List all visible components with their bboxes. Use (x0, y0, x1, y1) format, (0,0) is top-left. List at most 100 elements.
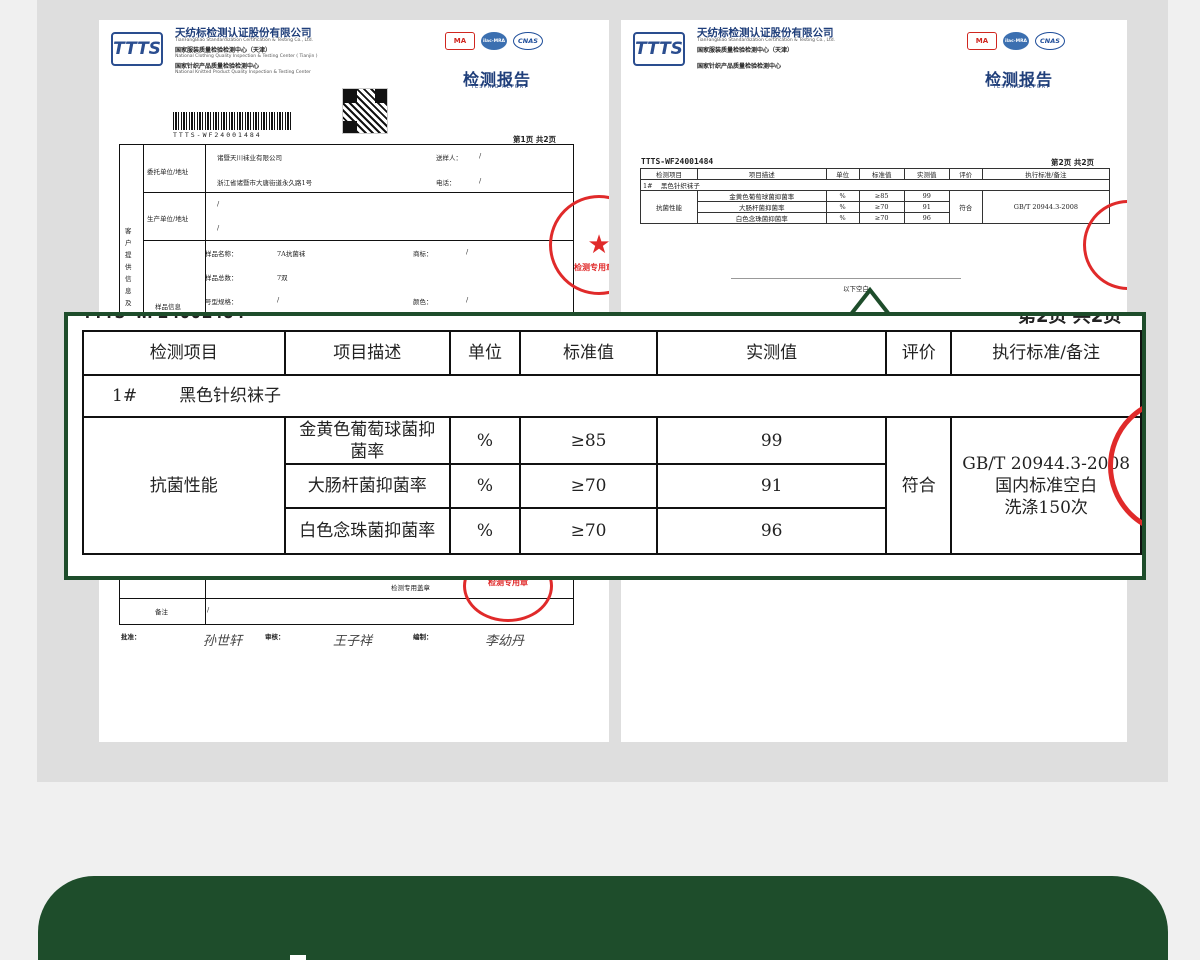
producer-label: 生产单位/地址 (147, 215, 189, 223)
cnas-mark-icon: CNAS (513, 32, 543, 50)
mini-desc: 金黄色葡萄球菌抑菌率 (696, 190, 827, 202)
remark-label: 备注 (155, 608, 168, 616)
ttts-logo-2: TTTS (633, 32, 685, 66)
results-table: 检测项目 项目描述 单位 标准值 实测值 评价 执行标准/备注 1# 黑色针织袜子… (82, 330, 1142, 555)
zoom-page-number: 第2页 共2页 (1018, 312, 1122, 327)
remark-value: / (207, 606, 210, 614)
sender-label: 送样人： (436, 154, 462, 162)
sample-count-value: 7双 (277, 274, 288, 282)
producer-address: / (217, 224, 220, 232)
description-cell: 金黄色葡萄球菌抑菌率 (283, 416, 451, 465)
sender-value: / (479, 152, 482, 160)
mini-standard: ≥85 (858, 190, 905, 202)
mini-measured: 96 (903, 212, 950, 224)
center1-cn: 国家服装质量检验检测中心（天津） (175, 47, 272, 54)
client-address: 浙江省诸暨市大唐街道永久路1号 (217, 179, 313, 187)
mini-unit: % (825, 190, 860, 202)
barcode-number: TTTS-WF24001484 (173, 131, 262, 139)
color-label: 颜色： (413, 298, 433, 306)
producer-name: / (217, 200, 220, 208)
header-standard: 标准值 (518, 330, 659, 376)
mini-measured: 99 (903, 190, 950, 202)
table-header-row: 检测项目 项目描述 单位 标准值 实测值 评价 执行标准/备注 (82, 330, 1142, 376)
barcode-icon (173, 112, 293, 130)
sample-name-label: 样品名称： (205, 250, 238, 258)
ilac-mark-icon: ilac-MRA (481, 32, 507, 50)
header-test-item: 检测项目 (82, 330, 286, 376)
mini-unit: % (825, 201, 860, 213)
report-number: TTTS-WF24001484 (641, 157, 714, 166)
unit-cell: % (448, 507, 522, 555)
category-cell: 抗菌性能 (82, 416, 286, 555)
cnas-mark-icon-2: CNAS (1035, 32, 1065, 50)
company-name-en: TianFangBiao Standardization Certificati… (175, 38, 314, 43)
header-description: 项目描述 (283, 330, 451, 376)
standard-cell: ≥70 (518, 463, 659, 509)
measured-cell: 91 (656, 463, 888, 509)
seal-caption: 检测专用盖章 (391, 584, 430, 592)
stamp-sub-text: 检测专用章 (574, 263, 609, 272)
header-unit: 单位 (448, 330, 522, 376)
report-subtitle: TESTING REPORT (471, 84, 528, 90)
form-col-1 (143, 144, 144, 314)
mini-standard: ≥70 (858, 212, 905, 224)
header-measured: 实测值 (656, 330, 888, 376)
table-row: 抗菌性能 金黄色葡萄球菌抑菌率 % ≥85 99 符合 GB/T 20944.3… (82, 416, 1142, 555)
note-line-3: 洗涤150次 (1004, 497, 1088, 518)
description-cell: 白色念珠菌抑菌率 (283, 507, 451, 555)
form-row-1 (143, 192, 574, 193)
form-border-bottom (119, 624, 574, 625)
sample-info-label: 样品信息 (155, 303, 181, 311)
unit-cell: % (448, 416, 522, 465)
author-label: 编制： (413, 633, 433, 641)
header-standard-note: 执行标准/备注 (950, 330, 1142, 376)
cma-mark-icon: MA (445, 32, 475, 50)
center1-en: National Clothing Quality Inspection & T… (175, 54, 318, 59)
sample-number: 1# (112, 386, 138, 406)
approve-label: 批准： (121, 633, 141, 641)
sample-count-label: 样品总数： (205, 274, 238, 282)
company-name-en-2: TianFangBiao Standardization Certificati… (697, 38, 836, 43)
reviewer-signature: 王子祥 (333, 634, 373, 649)
cma-mark-icon-2: MA (967, 32, 997, 50)
mini-header: 项目描述 (696, 168, 827, 180)
mini-header: 实测值 (903, 168, 950, 180)
mini-unit: % (825, 212, 860, 224)
ttts-logo: TTTS (111, 32, 163, 66)
sample-row: 1# 黑色针织袜子 (82, 374, 1142, 418)
mini-results-table: 检测项目 项目描述 单位 标准值 实测值 评价 执行标准/备注 1# 黑色针织袜… (640, 168, 1111, 224)
qr-code-icon (342, 88, 388, 134)
standard-cell: ≥85 (518, 416, 659, 465)
description-cell: 大肠杆菌抑菌率 (283, 463, 451, 509)
mini-header: 标准值 (858, 168, 905, 180)
brand-value: / (466, 248, 469, 256)
review-label: 审核： (265, 633, 285, 641)
ilac-mark-icon-2: ilac-MRA (1003, 32, 1029, 50)
standard-cell: ≥70 (518, 507, 659, 555)
report-subtitle-2: TESTING REPORT (993, 84, 1050, 90)
sample-cell: 1# 黑色针织袜子 (82, 374, 1142, 418)
center2-en: National Knitted Product Quality Inspect… (175, 70, 311, 75)
mini-sample-name: 黑色针织袜子 (660, 182, 700, 190)
mini-evaluation: 符合 (948, 190, 983, 224)
phone-label: 电话： (436, 179, 456, 187)
blank-divider (731, 278, 961, 279)
color-value: / (466, 296, 469, 304)
mini-note-1: GB/T 20944.3-2008 (1013, 203, 1078, 211)
unit-cell: % (448, 463, 522, 509)
client-name: 诸暨天川袜业有限公司 (217, 154, 282, 162)
sample-spec-label: 号型规格： (205, 298, 238, 306)
form-col-2 (205, 144, 206, 314)
measured-cell: 99 (656, 416, 888, 465)
inspection-stamp-icon: ★ 检测专用章 (549, 195, 609, 295)
mini-sample-no: 1# (643, 182, 653, 190)
mini-header: 检测项目 (640, 168, 698, 180)
mini-header: 评价 (948, 168, 983, 180)
mini-desc: 大肠杆菌抑菌率 (696, 201, 827, 213)
page-number-2: 第2页 共2页 (1051, 158, 1095, 167)
form-col-lower (205, 580, 206, 624)
form-border-top (119, 144, 574, 145)
brand-label: 商标： (413, 250, 433, 258)
center2-cn-2: 国家针织产品质量检验检测中心 (697, 63, 782, 70)
sample-spec-value: / (277, 296, 280, 304)
